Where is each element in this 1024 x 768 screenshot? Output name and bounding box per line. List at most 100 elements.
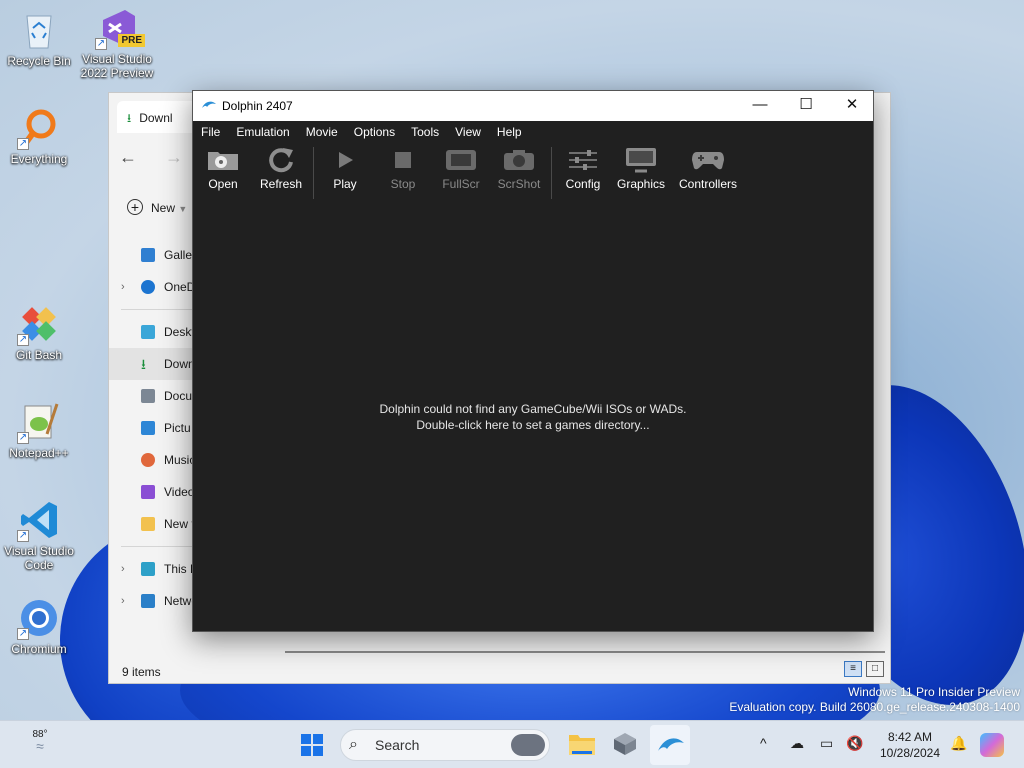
game-list-area[interactable]: Dolphin could not find any GameCube/Wii … <box>193 205 873 631</box>
dolphin-icon[interactable] <box>650 725 690 765</box>
config-button[interactable]: Config <box>555 143 611 191</box>
notification-bell-icon[interactable]: 🔔 <box>950 735 967 752</box>
weather-widget[interactable]: 88° ≈ <box>18 729 62 765</box>
desktop-icon-chromium[interactable]: ↗ Chromium <box>0 596 78 656</box>
config-sliders-icon <box>555 143 611 177</box>
open-button[interactable]: Open <box>195 143 251 191</box>
recycle-bin-icon <box>17 8 61 52</box>
clock-time: 8:42 AM <box>887 730 933 744</box>
shortcut-arrow-icon: ↗ <box>17 628 29 640</box>
menu-options[interactable]: Options <box>354 121 395 143</box>
visual-studio-icon: PRE ↗ <box>95 6 145 50</box>
details-view-icon[interactable]: ≡ <box>844 661 862 677</box>
sidebar-item-label: New f <box>164 517 195 531</box>
open-folder-icon <box>195 143 251 177</box>
screenshot-button[interactable]: ScrShot <box>491 143 547 191</box>
menu-file[interactable]: File <box>201 121 220 143</box>
new-button-label: New <box>151 201 176 215</box>
status-item-count: 9 items <box>122 665 161 679</box>
download-arrow-icon: ⭳ <box>127 111 132 125</box>
screenshot-label: ScrShot <box>497 177 541 191</box>
refresh-icon <box>253 143 309 177</box>
desktop-icon-label: Notepad++ <box>9 446 69 460</box>
graphics-button[interactable]: Graphics <box>613 143 669 191</box>
menu-help[interactable]: Help <box>497 121 522 143</box>
chevron-right-icon[interactable]: › <box>121 585 125 617</box>
desktop-icon-git-bash[interactable]: ↗ Git Bash <box>0 302 78 362</box>
stop-icon <box>375 143 431 177</box>
desktop-icon-visual-studio[interactable]: PRE ↗ Visual Studio 2022 Preview <box>78 6 156 80</box>
plus-icon: + <box>127 199 143 215</box>
fullscreen-icon <box>433 143 489 177</box>
desktop-icon-notepad-plus-plus[interactable]: ↗ Notepad++ <box>0 400 78 460</box>
play-button[interactable]: Play <box>317 143 373 191</box>
refresh-button[interactable]: Refresh <box>253 143 309 191</box>
watermark-line-2: Evaluation copy. Build 26080.ge_release.… <box>729 700 1020 714</box>
refresh-label: Refresh <box>259 177 303 191</box>
desktop-icon-vscode[interactable]: ↗ Visual Studio Code <box>0 498 78 572</box>
empty-message-line-2: Double-click here to set a games directo… <box>416 418 650 432</box>
downloads-folder-icon: ⭳ <box>141 356 146 372</box>
new-button[interactable]: + New ▼ <box>127 199 187 215</box>
dolphin-titlebar[interactable]: Dolphin 2407 — ☐ ✕ <box>193 91 873 121</box>
dolphin-app-icon <box>201 99 217 114</box>
volume-muted-icon[interactable]: 🔇 <box>846 735 863 752</box>
search-icon: ⌕ <box>349 736 358 753</box>
start-icon[interactable] <box>300 733 326 759</box>
menu-emulation[interactable]: Emulation <box>236 121 289 143</box>
shortcut-arrow-icon: ↗ <box>17 334 29 346</box>
view-toggle: ≡ □ <box>840 660 884 677</box>
close-icon[interactable]: ✕ <box>829 91 875 121</box>
taskbar-search-box[interactable]: ⌕ Search <box>340 729 550 761</box>
sidebar-item-label: Music <box>164 453 196 467</box>
fullscreen-button[interactable]: FullScr <box>433 143 489 191</box>
shortcut-arrow-icon: ↗ <box>17 432 29 444</box>
back-arrow-icon[interactable]: ← <box>119 147 137 167</box>
controllers-label: Controllers <box>678 177 738 191</box>
open-label: Open <box>208 177 238 191</box>
empty-game-list-message[interactable]: Dolphin could not find any GameCube/Wii … <box>193 401 873 433</box>
stop-label: Stop <box>390 177 416 191</box>
toolbar-separator <box>313 147 314 199</box>
display-tray-icon[interactable]: ▭ <box>820 735 833 752</box>
maximize-icon[interactable]: ☐ <box>783 91 829 121</box>
desktop-icon-recycle-bin[interactable]: Recycle Bin <box>0 8 78 68</box>
graphics-monitor-icon <box>613 143 669 177</box>
music-folder-icon <box>141 453 155 467</box>
minimize-icon[interactable]: — <box>737 91 783 121</box>
chevron-right-icon[interactable]: › <box>121 271 125 303</box>
tiles-view-icon[interactable]: □ <box>866 661 884 677</box>
sidebar-item-label: Deskt <box>164 325 195 339</box>
forward-arrow-icon[interactable]: → <box>165 147 183 167</box>
menu-view[interactable]: View <box>455 121 481 143</box>
menu-tools[interactable]: Tools <box>411 121 439 143</box>
file-explorer-icon[interactable] <box>568 731 596 767</box>
controllers-button[interactable]: Controllers <box>675 143 741 191</box>
watermark-line-1: Windows 11 Pro Insider Preview <box>848 685 1020 699</box>
desktop-icon-everything[interactable]: ↗ Everything <box>0 106 78 166</box>
pictures-folder-icon <box>141 421 155 435</box>
play-icon <box>317 143 373 177</box>
this-pc-icon <box>141 562 155 576</box>
package-icon[interactable] <box>612 731 638 767</box>
new-folder-icon <box>141 517 155 531</box>
dolphin-window[interactable]: Dolphin 2407 — ☐ ✕ File Emulation Movie Opt… <box>192 90 874 632</box>
clock-date: 10/28/2024 <box>879 746 941 760</box>
copilot-icon[interactable] <box>980 733 1004 757</box>
chevron-up-icon[interactable]: ^ <box>760 735 767 751</box>
stop-button[interactable]: Stop <box>375 143 431 191</box>
toolbar-separator <box>551 147 552 199</box>
menu-movie[interactable]: Movie <box>306 121 338 143</box>
chromium-icon: ↗ <box>17 596 61 640</box>
shortcut-arrow-icon: ↗ <box>95 38 107 50</box>
gamepad-icon <box>675 143 741 177</box>
gallery-icon <box>141 248 155 262</box>
network-tray-icon[interactable]: ☁ <box>790 735 804 752</box>
menu-bar: File Emulation Movie Options Tools View Help <box>193 121 873 143</box>
horizontal-scrollbar[interactable] <box>285 651 885 653</box>
weather-icon: ≈ <box>36 738 44 754</box>
screenshot-icon <box>491 143 547 177</box>
chevron-right-icon[interactable]: › <box>121 553 125 585</box>
taskbar-clock[interactable]: 8:42 AM 10/28/2024 <box>870 729 950 765</box>
toolbar: Open Refresh Play Stop FullScr ScrShot C… <box>193 143 873 205</box>
